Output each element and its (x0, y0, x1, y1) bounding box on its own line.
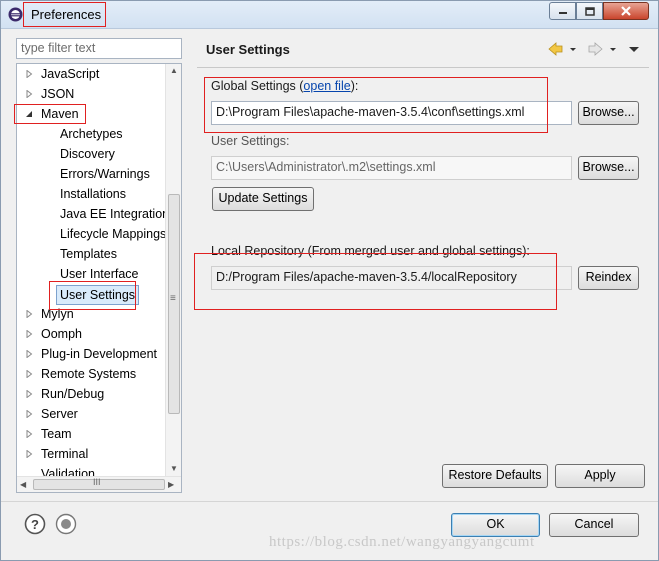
collapsed-triangle-icon[interactable] (25, 90, 33, 98)
tree-item-label: Server (41, 407, 78, 421)
collapsed-triangle-icon[interactable] (25, 370, 33, 378)
update-settings-button[interactable]: Update Settings (212, 187, 314, 211)
maximize-icon (584, 6, 595, 16)
tree-item-label: Oomph (41, 327, 82, 341)
tree-item-label: Errors/Warnings (60, 167, 150, 181)
tree-item-archetypes[interactable]: Archetypes (17, 124, 165, 144)
tree-item-discovery[interactable]: Discovery (17, 144, 165, 164)
restore-defaults-button[interactable]: Restore Defaults (442, 464, 548, 488)
tree-item-team[interactable]: Team (17, 424, 165, 444)
user-browse-button[interactable]: Browse... (578, 156, 639, 180)
footer-separator (1, 501, 658, 502)
tree-item-label: Run/Debug (41, 387, 105, 401)
tree-item-templates[interactable]: Templates (17, 244, 165, 264)
preferences-window: Preferences type filter text JavaScript J… (0, 0, 659, 561)
tree-item-label: JavaScript (41, 67, 100, 81)
title-bar: Preferences (1, 1, 658, 29)
preferences-tree: JavaScript JSON Maven Archetypes Discovery Er… (16, 63, 182, 493)
hscroll-grip: III (93, 477, 101, 487)
tree-item-errors-warnings[interactable]: Errors/Warnings (17, 164, 165, 184)
apply-button[interactable]: Apply (555, 464, 645, 488)
tree-item-json[interactable]: JSON (17, 84, 165, 104)
watermark: https://blog.csdn.net/wangyangyangcumt (269, 534, 535, 550)
tree-item-javascript[interactable]: JavaScript (17, 64, 165, 84)
horizontal-scroll-thumb[interactable]: III (33, 477, 165, 490)
tree-item-lifecycle-mappings[interactable]: Lifecycle Mappings (17, 224, 167, 244)
tree-item-label: Installations (60, 187, 127, 201)
tree-item-java-ee-integration[interactable]: Java EE Integration (17, 204, 169, 224)
close-button[interactable] (603, 2, 649, 20)
tree-item-terminal[interactable]: Terminal (17, 444, 165, 464)
page-title: User Settings (206, 42, 290, 57)
collapsed-triangle-icon[interactable] (25, 70, 33, 78)
minimize-button[interactable] (549, 2, 576, 20)
tree-item-plug-in-development[interactable]: Plug-in Development (17, 344, 165, 364)
collapsed-triangle-icon[interactable] (25, 450, 33, 458)
annotation-box-global-settings (204, 77, 548, 133)
vertical-scroll-thumb[interactable]: ≡ (168, 194, 180, 414)
tree-horizontal-scrollbar[interactable]: ◀ III ▶ (17, 476, 181, 492)
help-icon[interactable]: ? (24, 513, 46, 535)
annotation-box-title (23, 2, 106, 27)
annotation-box-local-repository (194, 253, 557, 310)
annotation-box-maven (14, 104, 86, 124)
scroll-left-arrow-icon[interactable]: ◀ (20, 480, 26, 489)
tree-item-remote-systems[interactable]: Remote Systems (17, 364, 165, 384)
collapsed-triangle-icon[interactable] (25, 430, 33, 438)
collapsed-triangle-icon[interactable] (25, 310, 33, 318)
tree-item-label: Team (41, 427, 72, 441)
close-icon (621, 6, 631, 16)
cancel-button[interactable]: Cancel (549, 513, 639, 537)
tree-item-label: Terminal (41, 447, 89, 461)
forward-arrow-icon[interactable] (588, 42, 603, 56)
collapsed-triangle-icon[interactable] (25, 410, 33, 418)
tree-item-installations[interactable]: Installations (17, 184, 165, 204)
minimize-icon (558, 12, 567, 14)
reindex-button[interactable]: Reindex (578, 266, 639, 290)
tree-vertical-scrollbar[interactable]: ▲ ≡ ▼ (165, 64, 181, 478)
svg-text:?: ? (31, 517, 39, 532)
tree-item-label: Java EE Integration (60, 207, 170, 221)
filter-placeholder: type filter text (21, 41, 96, 55)
back-dropdown-chevron-down-icon[interactable] (570, 48, 576, 51)
header-separator (197, 67, 649, 68)
tree-item-label: Lifecycle Mappings (60, 227, 167, 241)
user-settings-label: User Settings: (211, 134, 290, 148)
scroll-right-arrow-icon[interactable]: ▶ (168, 480, 174, 489)
view-menu-chevron-down-icon[interactable] (629, 47, 639, 52)
record-icon[interactable] (55, 513, 77, 535)
collapsed-triangle-icon[interactable] (25, 350, 33, 358)
back-arrow-icon[interactable] (548, 42, 563, 56)
tree-item-label: Templates (60, 247, 117, 261)
tree-item-label: Plug-in Development (41, 347, 158, 361)
maximize-button[interactable] (576, 2, 603, 20)
tree-item-label: Discovery (60, 147, 115, 161)
tree-item-run-debug[interactable]: Run/Debug (17, 384, 165, 404)
tree-item-oomph[interactable]: Oomph (17, 324, 165, 344)
page-navigation (548, 42, 639, 56)
scroll-up-arrow-icon[interactable]: ▲ (170, 66, 178, 75)
forward-dropdown-chevron-down-icon[interactable] (610, 48, 616, 51)
eclipse-icon (8, 7, 23, 22)
tree-item-label: Remote Systems (41, 367, 137, 381)
tree-item-label: JSON (41, 87, 75, 101)
filter-input[interactable]: type filter text (16, 38, 182, 59)
vscroll-grip: ≡ (170, 293, 176, 304)
collapsed-triangle-icon[interactable] (25, 390, 33, 398)
user-settings-value: C:\Users\Administrator\.m2\settings.xml (216, 160, 436, 174)
scroll-down-arrow-icon[interactable]: ▼ (170, 464, 178, 473)
annotation-box-user-settings (49, 281, 136, 310)
tree-item-label: Archetypes (60, 127, 123, 141)
tree-item-server[interactable]: Server (17, 404, 165, 424)
global-browse-button[interactable]: Browse... (578, 101, 639, 125)
user-settings-field[interactable]: C:\Users\Administrator\.m2\settings.xml (211, 156, 572, 180)
collapsed-triangle-icon[interactable] (25, 330, 33, 338)
